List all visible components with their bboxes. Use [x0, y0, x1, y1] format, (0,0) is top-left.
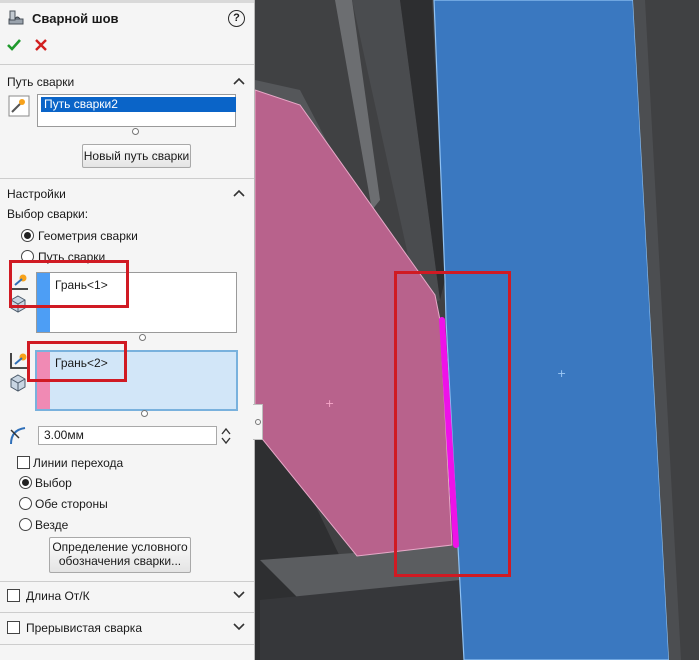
- fillet-size-icon: [10, 427, 26, 445]
- weld-path-header: Путь сварки: [7, 75, 75, 89]
- checkmark-icon[interactable]: [6, 37, 22, 53]
- weld-path-list-item[interactable]: Путь сварки2: [41, 97, 236, 112]
- radio-selection-label: Выбор: [35, 476, 72, 490]
- radio-both-sides-label: Обе стороны: [35, 497, 108, 511]
- resize-handle[interactable]: [141, 410, 148, 417]
- tangent-label: Линии перехода: [33, 456, 124, 470]
- define-weld-symbol-line1: Определение условного: [52, 540, 188, 554]
- pink-face-center-marker: +: [325, 397, 334, 410]
- radio-both-sides[interactable]: [19, 497, 32, 510]
- weld-path-icon: [8, 95, 30, 117]
- resize-handle[interactable]: [139, 334, 146, 341]
- radio-weld-geometry-label: Геометрия сварки: [38, 229, 138, 243]
- separator: [0, 581, 254, 582]
- size-input[interactable]: 3.00мм: [38, 426, 217, 445]
- cube-icon: [10, 374, 26, 392]
- help-icon[interactable]: ?: [228, 10, 245, 27]
- panel-title: Сварной шов: [32, 11, 119, 26]
- chevron-up-icon[interactable]: [233, 76, 245, 86]
- separator: [0, 612, 254, 613]
- face-set2-highlight-box: [27, 341, 127, 382]
- weld-path-list[interactable]: Путь сварки2: [37, 94, 236, 127]
- panel-collapse-tab[interactable]: [253, 404, 263, 440]
- weld-selection-label: Выбор сварки:: [7, 207, 89, 221]
- x-icon[interactable]: [33, 37, 49, 53]
- panel-titlebar: Сварной шов ?: [0, 0, 254, 34]
- chevron-up-icon[interactable]: [233, 188, 245, 198]
- separator: [0, 64, 254, 65]
- radio-weld-geometry[interactable]: [21, 229, 34, 242]
- separator: [0, 178, 254, 179]
- define-weld-symbol-line2: обозначения сварки...: [58, 554, 182, 568]
- separator: [0, 644, 254, 645]
- length-checkbox[interactable]: [7, 589, 20, 602]
- property-manager: Сварной шов ? Путь сварки Путь сварки2 Н…: [0, 0, 255, 660]
- weld-highlight-box: [394, 271, 511, 577]
- face-set1-highlight-box: [9, 260, 129, 308]
- resize-handle[interactable]: [132, 128, 139, 135]
- new-weld-path-button[interactable]: Новый путь сварки: [82, 144, 191, 168]
- radio-all-around-label: Везде: [35, 518, 69, 532]
- spinner-arrows-icon[interactable]: [220, 426, 232, 446]
- radio-all-around[interactable]: [19, 518, 32, 531]
- define-weld-symbol-button[interactable]: Определение условного обозначения сварки…: [49, 537, 191, 573]
- graphics-viewport[interactable]: + +: [255, 0, 699, 660]
- intermittent-label: Прерывистая сварка: [26, 621, 142, 635]
- tangent-checkbox[interactable]: [17, 456, 30, 469]
- chevron-down-icon[interactable]: [233, 590, 245, 600]
- blue-face-center-marker: +: [557, 367, 566, 380]
- weld-bead-icon: [8, 10, 24, 25]
- chevron-down-icon[interactable]: [233, 622, 245, 632]
- intermittent-checkbox[interactable]: [7, 621, 20, 634]
- length-label: Длина От/К: [26, 589, 90, 603]
- collapse-handle-icon: [255, 419, 261, 425]
- settings-header: Настройки: [7, 187, 66, 201]
- radio-selection[interactable]: [19, 476, 32, 489]
